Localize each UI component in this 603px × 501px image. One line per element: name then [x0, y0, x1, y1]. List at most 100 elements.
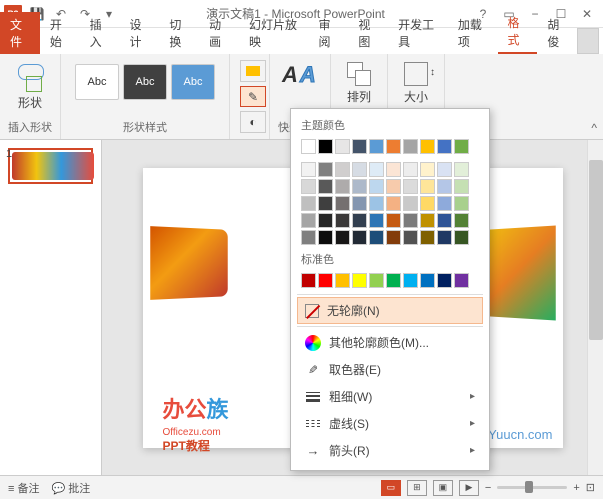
tab-devtools[interactable]: 开发工具 — [388, 12, 448, 54]
view-sorter-icon[interactable]: ⊞ — [407, 480, 427, 496]
color-swatch[interactable] — [369, 230, 384, 245]
tab-file[interactable]: 文件 — [0, 12, 40, 54]
color-swatch[interactable] — [437, 213, 452, 228]
color-swatch[interactable] — [386, 179, 401, 194]
color-swatch[interactable] — [386, 213, 401, 228]
color-swatch[interactable] — [437, 179, 452, 194]
scroll-thumb[interactable] — [589, 160, 603, 340]
view-reading-icon[interactable]: ▣ — [433, 480, 453, 496]
arrows-item[interactable]: 箭头(R) ▸ — [297, 437, 483, 464]
color-swatch[interactable] — [352, 139, 367, 154]
color-swatch[interactable] — [403, 162, 418, 177]
color-swatch[interactable] — [369, 213, 384, 228]
view-slideshow-icon[interactable]: ▶ — [459, 480, 479, 496]
color-swatch[interactable] — [454, 273, 469, 288]
color-swatch[interactable] — [386, 139, 401, 154]
color-swatch[interactable] — [420, 213, 435, 228]
weight-item[interactable]: 粗细(W) ▸ — [297, 383, 483, 410]
shape-style-gallery[interactable]: Abc Abc Abc — [69, 58, 221, 106]
color-swatch[interactable] — [318, 273, 333, 288]
color-swatch[interactable] — [403, 139, 418, 154]
ribbon-collapse-icon[interactable]: ^ — [591, 121, 597, 135]
notes-button[interactable]: ≡ 备注 — [8, 480, 39, 496]
shape-outline-button[interactable]: ✎ — [240, 86, 266, 108]
color-swatch[interactable] — [437, 196, 452, 211]
color-swatch[interactable] — [420, 196, 435, 211]
dashes-item[interactable]: 虚线(S) ▸ — [297, 410, 483, 437]
fit-window-button[interactable]: ⊡ — [586, 481, 595, 494]
tab-design[interactable]: 设计 — [119, 12, 159, 54]
color-swatch[interactable] — [403, 179, 418, 194]
shape-effects-button[interactable]: ◐ — [240, 111, 266, 133]
tab-format[interactable]: 格式 — [498, 10, 538, 54]
color-swatch[interactable] — [420, 179, 435, 194]
color-swatch[interactable] — [335, 273, 350, 288]
color-swatch[interactable] — [352, 196, 367, 211]
wordart-style-icon[interactable]: A — [300, 62, 316, 88]
color-swatch[interactable] — [301, 179, 316, 194]
color-swatch[interactable] — [403, 230, 418, 245]
color-swatch[interactable] — [454, 179, 469, 194]
no-outline-item[interactable]: 无轮廓(N) — [297, 297, 483, 324]
color-swatch[interactable] — [335, 179, 350, 194]
tab-transitions[interactable]: 切换 — [159, 12, 199, 54]
color-swatch[interactable] — [403, 273, 418, 288]
color-swatch[interactable] — [420, 162, 435, 177]
color-swatch[interactable] — [352, 213, 367, 228]
color-swatch[interactable] — [454, 213, 469, 228]
shapes-button[interactable]: 形状 — [8, 58, 52, 115]
color-swatch[interactable] — [318, 139, 333, 154]
color-swatch[interactable] — [420, 273, 435, 288]
color-swatch[interactable] — [318, 196, 333, 211]
color-swatch[interactable] — [437, 162, 452, 177]
color-swatch[interactable] — [369, 162, 384, 177]
wordart-style-icon[interactable]: A — [282, 62, 298, 88]
tab-addins[interactable]: 加载项 — [448, 12, 498, 54]
tab-home[interactable]: 开始 — [40, 12, 80, 54]
color-swatch[interactable] — [318, 179, 333, 194]
close-icon[interactable]: ✕ — [575, 4, 599, 24]
eyedropper-item[interactable]: 取色器(E) — [297, 356, 483, 383]
color-swatch[interactable] — [301, 213, 316, 228]
color-swatch[interactable] — [335, 230, 350, 245]
color-swatch[interactable] — [318, 162, 333, 177]
color-swatch[interactable] — [437, 273, 452, 288]
color-swatch[interactable] — [437, 230, 452, 245]
color-swatch[interactable] — [420, 230, 435, 245]
color-swatch[interactable] — [386, 230, 401, 245]
more-colors-item[interactable]: 其他轮廓颜色(M)... — [297, 329, 483, 356]
picture-left[interactable] — [150, 226, 227, 300]
color-swatch[interactable] — [454, 196, 469, 211]
tab-animations[interactable]: 动画 — [199, 12, 239, 54]
tab-view[interactable]: 视图 — [348, 12, 388, 54]
color-swatch[interactable] — [369, 273, 384, 288]
color-swatch[interactable] — [420, 139, 435, 154]
zoom-slider[interactable] — [497, 486, 567, 489]
style-item[interactable]: Abc — [171, 64, 215, 100]
size-button[interactable]: 大小 — [396, 58, 436, 109]
color-swatch[interactable] — [386, 273, 401, 288]
tab-review[interactable]: 审阅 — [309, 12, 349, 54]
view-normal-icon[interactable]: ▭ — [381, 480, 401, 496]
color-swatch[interactable] — [369, 179, 384, 194]
color-swatch[interactable] — [335, 213, 350, 228]
color-swatch[interactable] — [386, 196, 401, 211]
color-swatch[interactable] — [301, 230, 316, 245]
slide-thumbnail[interactable] — [8, 148, 93, 184]
zoom-out-button[interactable]: − — [485, 482, 491, 494]
color-swatch[interactable] — [352, 162, 367, 177]
color-swatch[interactable] — [301, 273, 316, 288]
user-name[interactable]: 胡俊 — [537, 12, 577, 54]
tab-insert[interactable]: 插入 — [80, 12, 120, 54]
color-swatch[interactable] — [352, 230, 367, 245]
tab-slideshow[interactable]: 幻灯片放映 — [239, 12, 309, 54]
color-swatch[interactable] — [335, 162, 350, 177]
color-swatch[interactable] — [386, 162, 401, 177]
color-swatch[interactable] — [318, 230, 333, 245]
color-swatch[interactable] — [335, 139, 350, 154]
color-swatch[interactable] — [454, 162, 469, 177]
color-swatch[interactable] — [454, 230, 469, 245]
comments-button[interactable]: 💬 批注 — [51, 480, 90, 496]
color-swatch[interactable] — [352, 273, 367, 288]
color-swatch[interactable] — [335, 196, 350, 211]
